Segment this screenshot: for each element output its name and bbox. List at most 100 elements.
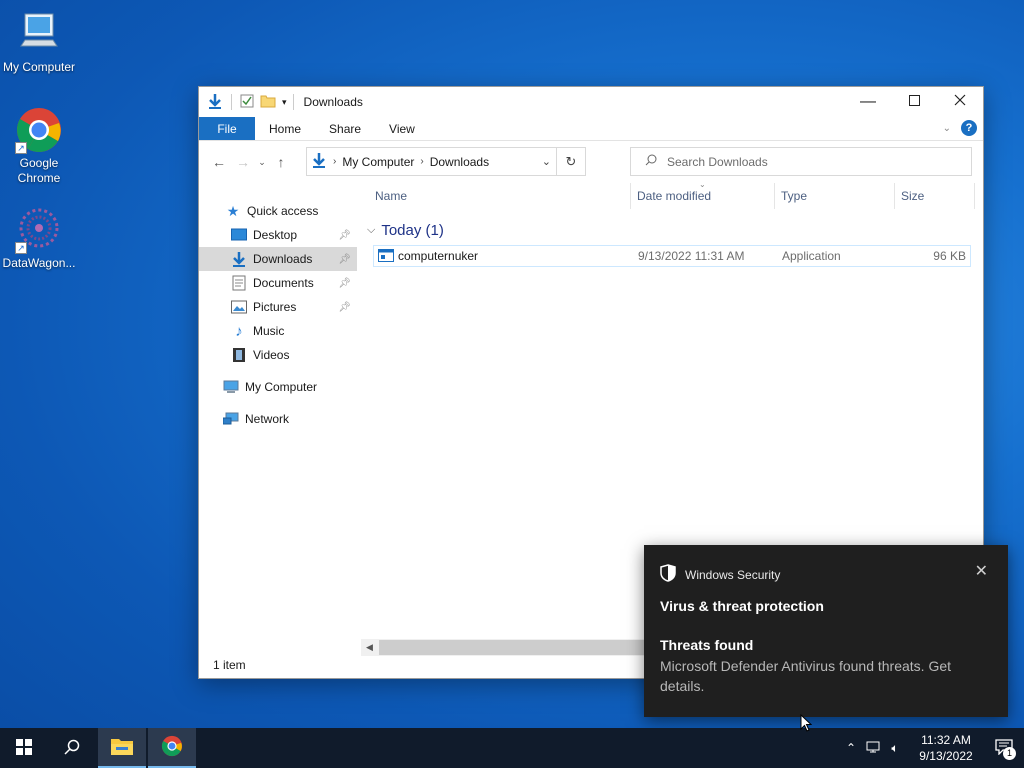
chrome-icon: ↗ <box>15 106 63 154</box>
start-button[interactable] <box>0 728 48 768</box>
computer-icon <box>15 10 63 58</box>
star-icon: ★ <box>226 202 240 219</box>
navigation-pane: ★ Quick access Desktop 📌︎ Downloads 📌︎ D… <box>199 183 357 653</box>
arrow-right-icon: → <box>236 154 250 170</box>
title-bar[interactable]: ▾ Downloads — <box>199 87 983 117</box>
nav-quick-access[interactable]: ★ Quick access <box>199 199 357 223</box>
tab-view[interactable]: View <box>375 117 429 140</box>
pin-icon[interactable]: 📌︎ <box>338 278 351 289</box>
nav-item-downloads[interactable]: Downloads 📌︎ <box>199 247 357 271</box>
breadcrumb-downloads[interactable]: Downloads <box>430 155 489 169</box>
forward-button[interactable]: → <box>231 150 255 174</box>
breadcrumb-chevron-icon[interactable]: › <box>420 156 423 167</box>
search-input[interactable] <box>667 154 957 169</box>
taskbar-file-explorer[interactable] <box>98 728 146 768</box>
desktop-icon <box>231 227 247 243</box>
volume-icon[interactable]: 🔈︎ <box>884 741 906 756</box>
properties-icon[interactable] <box>240 94 254 111</box>
nav-label: Music <box>253 324 285 338</box>
downloads-arrow-icon <box>231 251 247 267</box>
clock-time: 11:32 AM <box>921 733 971 747</box>
show-hidden-icons-button[interactable]: ⌃ <box>840 741 862 755</box>
tab-share[interactable]: Share <box>315 117 375 140</box>
pin-icon[interactable]: 📌︎ <box>338 302 351 313</box>
clock[interactable]: 11:32 AM 9/13/2022 <box>914 732 978 764</box>
pictures-icon <box>231 299 247 315</box>
close-icon <box>954 93 966 111</box>
address-dropdown-icon[interactable]: ⌄ <box>542 155 551 168</box>
group-header-today[interactable]: ⌵ Today (1) <box>365 219 977 241</box>
nav-item-documents[interactable]: Documents 📌︎ <box>199 271 357 295</box>
pin-icon[interactable]: 📌︎ <box>338 254 351 265</box>
sort-indicator-icon: ⌄ <box>699 180 706 189</box>
column-size[interactable]: Size <box>895 183 975 209</box>
navigation-bar: ← → ⌄ ↑ › My Computer › Downloads ⌄ ↻ <box>199 141 983 183</box>
nav-label: Desktop <box>253 228 298 242</box>
downloads-arrow-icon <box>207 93 223 112</box>
status-bar-item-count: 1 item <box>213 658 246 672</box>
help-icon[interactable]: ? <box>961 120 977 136</box>
scroll-thumb[interactable] <box>379 640 651 655</box>
separator <box>231 94 232 110</box>
close-icon: ✕ <box>974 563 988 580</box>
expand-ribbon-icon[interactable]: ⌄ <box>943 123 951 134</box>
horizontal-scrollbar[interactable]: ◀ <box>361 639 651 656</box>
breadcrumb-chevron-icon[interactable]: › <box>333 156 336 167</box>
desktop-icon-my-computer[interactable]: My Computer <box>0 10 78 75</box>
breadcrumb-my-computer[interactable]: My Computer <box>342 155 414 169</box>
desktop-icon-datawagon[interactable]: ↗ DataWagon... <box>0 206 78 271</box>
nav-item-desktop[interactable]: Desktop 📌︎ <box>199 223 357 247</box>
file-size: 96 KB <box>933 249 966 263</box>
search-icon <box>64 739 80 758</box>
search-button[interactable] <box>48 728 96 768</box>
refresh-icon: ↻ <box>565 153 577 169</box>
maximize-button[interactable] <box>891 87 937 117</box>
minimize-button[interactable]: — <box>845 87 891 117</box>
nav-item-music[interactable]: ♪ Music <box>199 319 357 343</box>
shortcut-arrow-icon: ↗ <box>15 242 27 254</box>
desktop-icon-google-chrome[interactable]: ↗ Google Chrome <box>0 106 78 186</box>
refresh-button[interactable]: ↻ <box>556 148 585 175</box>
separator <box>292 94 294 110</box>
customize-toolbar-icon[interactable]: ▾ <box>282 97 287 108</box>
arrow-left-icon: ← <box>212 154 226 170</box>
search-icon <box>645 154 657 169</box>
new-folder-icon[interactable] <box>260 94 276 111</box>
search-box[interactable] <box>630 147 972 176</box>
minimize-icon: — <box>860 93 876 110</box>
up-button[interactable]: ↑ <box>269 150 293 174</box>
nav-label: Videos <box>253 348 290 362</box>
folder-icon <box>110 736 134 759</box>
pin-icon[interactable]: 📌︎ <box>338 230 351 241</box>
ribbon-tabs: File Home Share View ⌄ ? <box>199 117 983 141</box>
nav-my-computer[interactable]: My Computer <box>199 375 357 399</box>
toast-close-button[interactable]: ✕ <box>975 561 988 581</box>
network-status-icon[interactable] <box>862 741 884 756</box>
action-center-button[interactable]: 1 <box>984 728 1024 768</box>
nav-item-pictures[interactable]: Pictures 📌︎ <box>199 295 357 319</box>
chrome-icon <box>161 735 183 760</box>
desktop-icon-label: DataWagon... <box>2 256 76 270</box>
taskbar-google-chrome[interactable] <box>148 728 196 768</box>
scroll-left-icon[interactable]: ◀ <box>361 639 378 656</box>
window-title: Downloads <box>303 95 363 109</box>
close-button[interactable] <box>937 87 983 117</box>
file-row[interactable]: computernuker 9/13/2022 11:31 AM Applica… <box>373 245 971 267</box>
windows-security-toast[interactable]: Windows Security ✕ Virus & threat protec… <box>644 545 1008 717</box>
tab-home[interactable]: Home <box>255 117 315 140</box>
nav-network[interactable]: Network <box>199 407 357 431</box>
column-name[interactable]: Name <box>369 183 631 209</box>
system-tray: ⌃ 🔈︎ 11:32 AM 9/13/2022 1 <box>840 728 1024 768</box>
nav-item-videos[interactable]: Videos <box>199 343 357 367</box>
address-bar[interactable]: › My Computer › Downloads ⌄ ↻ <box>306 147 586 176</box>
nav-label: My Computer <box>245 380 318 394</box>
nav-label: Quick access <box>247 204 319 218</box>
recent-locations-button[interactable]: ⌄ <box>255 150 269 174</box>
computer-icon <box>223 379 239 395</box>
tab-file[interactable]: File <box>199 117 255 140</box>
column-type[interactable]: Type <box>775 183 895 209</box>
file-list: Name Date modified Type Size ⌄ ⌵ Today (… <box>365 180 977 267</box>
desktop-icon-label: My Computer <box>2 60 76 74</box>
chevron-down-icon: ⌵ <box>367 223 376 236</box>
back-button[interactable]: ← <box>207 150 231 174</box>
